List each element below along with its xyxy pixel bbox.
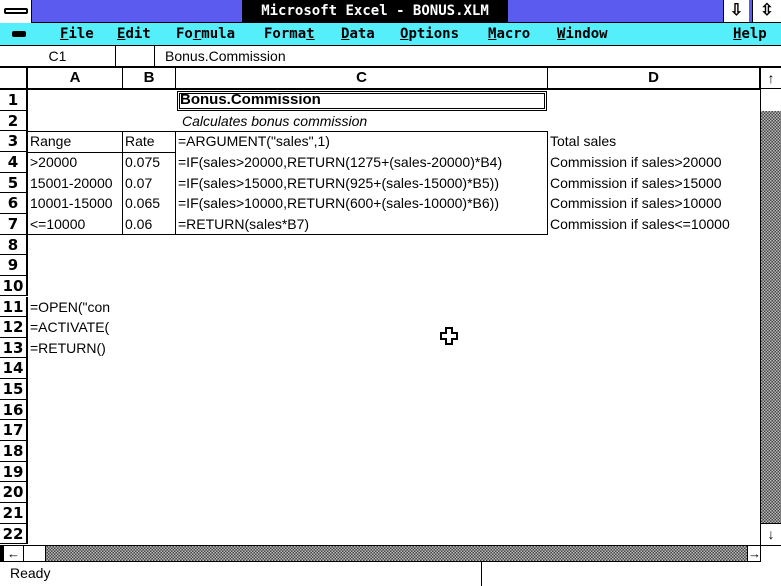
cell-d6[interactable]: Commission if sales>10000	[548, 193, 722, 214]
cell-a3[interactable]: Range	[28, 131, 71, 152]
system-menu-icon	[4, 8, 28, 14]
column-header-b[interactable]: B	[123, 68, 176, 90]
menu-help[interactable]: Help	[733, 23, 767, 45]
scroll-left-arrow-icon[interactable]: ←	[0, 546, 24, 561]
status-bar: Ready	[0, 562, 781, 586]
row-header-11[interactable]: 11	[0, 296, 28, 318]
cell-b3[interactable]: Rate	[123, 131, 155, 152]
column-header-d[interactable]: D	[548, 68, 760, 90]
menu-options[interactable]: Options	[400, 23, 459, 45]
cell-a12[interactable]: =ACTIVATE(	[28, 317, 123, 338]
select-all-corner[interactable]	[0, 68, 28, 90]
column-header-a[interactable]: A	[28, 68, 123, 90]
formula-input[interactable]: Bonus.Commission	[165, 46, 286, 66]
system-menu-button[interactable]	[0, 0, 32, 23]
scroll-down-arrow-icon[interactable]: ↓	[761, 523, 781, 544]
row-header-1[interactable]: 1	[0, 90, 28, 111]
menu-edit[interactable]: Edit	[117, 23, 151, 45]
row-header-19[interactable]: 19	[0, 461, 28, 483]
row-header-3[interactable]: 3	[0, 131, 28, 152]
name-box[interactable]: C1	[0, 46, 116, 66]
cell-c5[interactable]: =IF(sales>15000,RETURN(925+(sales-15000)…	[176, 173, 499, 194]
cell-c3[interactable]: =ARGUMENT("sales",1)	[176, 131, 330, 152]
cell-b7[interactable]: 0.06	[123, 214, 152, 235]
menu-format[interactable]: Format	[264, 23, 315, 45]
cell-b4[interactable]: 0.075	[123, 152, 160, 173]
row-header-21[interactable]: 21	[0, 503, 28, 524]
restore-button[interactable]: ⇳	[752, 0, 781, 22]
cell-d7[interactable]: Commission if sales<=10000	[548, 214, 730, 235]
row-header-12[interactable]: 12	[0, 317, 28, 338]
menu-formula[interactable]: Formula	[176, 23, 235, 45]
size-box[interactable]	[760, 545, 781, 562]
row-header-4[interactable]: 4	[0, 151, 28, 173]
title-bar: Microsoft Excel - BONUS.XLM ⇩ ⇳	[0, 0, 781, 23]
row-header-15[interactable]: 15	[0, 379, 28, 400]
row-header-18[interactable]: 18	[0, 441, 28, 462]
row-header-2[interactable]: 2	[0, 110, 28, 132]
row-header-22[interactable]: 22	[0, 523, 28, 545]
row-header-6[interactable]: 6	[0, 193, 28, 214]
cell-d3[interactable]: Total sales	[548, 131, 616, 152]
horizontal-scrollbar[interactable]: ← →	[0, 545, 761, 562]
vertical-scroll-track[interactable]	[761, 111, 781, 523]
menu-macro[interactable]: Macro	[488, 23, 530, 45]
vertical-scrollbar[interactable]: ↑ ↓	[760, 68, 781, 545]
menu-file[interactable]: File	[60, 23, 94, 45]
crosshair-cursor-icon	[440, 327, 458, 345]
scroll-up-arrow-icon[interactable]: ↑	[761, 68, 781, 89]
row-header-10[interactable]: 10	[0, 275, 28, 297]
formula-bar: C1 Bonus.Commission	[0, 46, 781, 68]
window-title: Microsoft Excel - BONUS.XLM	[242, 0, 508, 22]
status-text: Ready	[10, 565, 51, 581]
row-header-8[interactable]: 8	[0, 234, 28, 256]
cell-a13[interactable]: =RETURN()	[28, 338, 123, 359]
row-header-13[interactable]: 13	[0, 337, 28, 359]
cell-a7[interactable]: <=10000	[28, 214, 85, 235]
menu-data[interactable]: Data	[341, 23, 375, 45]
horizontal-scroll-thumb[interactable]	[24, 546, 46, 561]
document-menu-icon[interactable]	[12, 31, 26, 37]
row-header-20[interactable]: 20	[0, 482, 28, 503]
cell-a5[interactable]: 15001-20000	[28, 173, 113, 194]
cell-b5[interactable]: 0.07	[123, 173, 152, 194]
menu-window[interactable]: Window	[557, 23, 608, 45]
cell-c2[interactable]: Calculates bonus commission	[176, 111, 367, 132]
column-header-c[interactable]: C	[176, 68, 548, 90]
cell-a6[interactable]: 10001-15000	[28, 193, 113, 214]
row-header-5[interactable]: 5	[0, 172, 28, 194]
cell-c6[interactable]: =IF(sales>10000,RETURN(600+(sales-10000)…	[176, 193, 499, 214]
menu-bar: File Edit Formula Format Data Options Ma…	[0, 23, 781, 46]
status-divider	[481, 562, 482, 586]
scroll-right-arrow-icon[interactable]: →	[747, 546, 761, 561]
cell-c1[interactable]: Bonus.Commission	[176, 90, 321, 111]
cell-d4[interactable]: Commission if sales>20000	[548, 152, 722, 173]
cell-b6[interactable]: 0.065	[123, 193, 160, 214]
row-header-9[interactable]: 9	[0, 255, 28, 276]
cell-d5[interactable]: Commission if sales>15000	[548, 173, 722, 194]
cell-a11[interactable]: =OPEN("con	[28, 297, 123, 318]
row-header-14[interactable]: 14	[0, 358, 28, 380]
cell-a4[interactable]: >20000	[28, 152, 77, 173]
minimize-button[interactable]: ⇩	[723, 0, 749, 22]
worksheet-grid[interactable]: A B C D 1 2 3 4 5 6 7 8 9 10 11 12 13 14 15 16 17 18 19 20 2…	[0, 68, 760, 545]
cell-c7[interactable]: =RETURN(sales*B7)	[176, 214, 309, 235]
minimize-icon: ⇩	[729, 2, 744, 19]
restore-icon: ⇳	[760, 2, 774, 19]
cell-c4[interactable]: =IF(sales>20000,RETURN(1275+(sales-20000…	[176, 152, 502, 173]
row-header-7[interactable]: 7	[0, 213, 28, 235]
formula-button-area[interactable]	[116, 46, 155, 66]
row-header-16[interactable]: 16	[0, 399, 28, 421]
row-header-17[interactable]: 17	[0, 420, 28, 442]
